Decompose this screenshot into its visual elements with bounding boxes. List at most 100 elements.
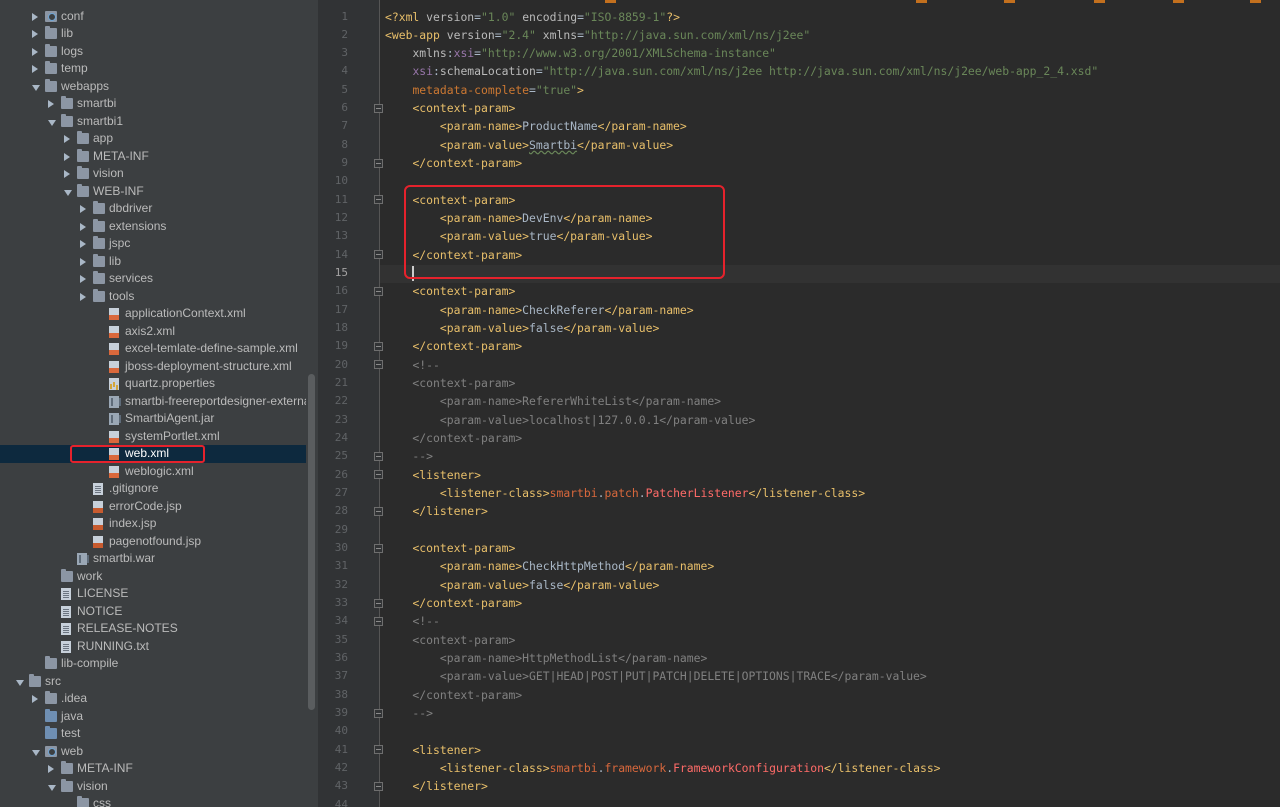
code-line[interactable]: <listener-class>smartbi.framework.Framew… — [385, 759, 941, 777]
code-line[interactable]: <context-param> — [385, 539, 515, 557]
code-line[interactable]: xsi:schemaLocation="http://java.sun.com/… — [385, 62, 1098, 80]
chevron-right-icon[interactable] — [32, 47, 38, 56]
code-line[interactable]: </listener> — [385, 502, 487, 520]
fold-toggle-icon[interactable] — [374, 103, 383, 113]
chevron-right-icon[interactable] — [80, 275, 86, 283]
tree-item[interactable]: index.jsp — [0, 515, 306, 533]
chevron-right-icon[interactable] — [80, 205, 86, 213]
fold-toggle-icon[interactable] — [374, 341, 383, 351]
chevron-right-icon[interactable] — [32, 30, 38, 38]
tree-item[interactable]: RELEASE-NOTES — [0, 620, 306, 638]
fold-toggle-icon[interactable] — [374, 286, 383, 296]
chevron-right-icon[interactable] — [32, 12, 38, 21]
chevron-right-icon[interactable] — [80, 292, 86, 301]
fold-toggle-icon[interactable] — [374, 470, 383, 480]
code-line[interactable]: </context-param> — [385, 686, 522, 704]
code-line[interactable]: <listener> — [385, 741, 481, 759]
code-line[interactable]: <param-name>HttpMethodList</param-name> — [385, 649, 707, 667]
chevron-right-icon[interactable] — [64, 135, 70, 143]
chevron-right-icon[interactable] — [64, 152, 70, 161]
tree-item[interactable]: excel-temlate-define-sample.xml — [0, 340, 306, 358]
tree-item[interactable]: pagenotfound.jsp — [0, 533, 306, 551]
tree-item[interactable]: smartbi — [0, 95, 306, 113]
chevron-right-icon[interactable] — [48, 765, 54, 773]
fold-toggle-icon[interactable] — [374, 195, 383, 205]
tree-item[interactable]: extensions — [0, 218, 306, 236]
tree-item[interactable]: systemPortlet.xml — [0, 428, 306, 446]
code-line[interactable]: <param-name>RefererWhiteList</param-name… — [385, 392, 721, 410]
tree-item[interactable]: vision — [0, 778, 306, 796]
tree-item[interactable]: temp — [0, 60, 306, 78]
tree-item[interactable]: weblogic.xml — [0, 463, 306, 481]
error-stripe-marker[interactable] — [916, 0, 927, 3]
tree-item[interactable]: logs — [0, 43, 306, 61]
chevron-down-icon[interactable] — [48, 119, 56, 126]
tree-item[interactable]: java — [0, 708, 306, 726]
tree-item[interactable]: lib — [0, 253, 306, 271]
code-line[interactable]: <listener-class>smartbi.patch.PatcherLis… — [385, 484, 865, 502]
project-tree-scrollbar-thumb[interactable] — [308, 374, 315, 710]
chevron-down-icon[interactable] — [32, 84, 40, 91]
tree-item[interactable]: webapps — [0, 78, 306, 96]
tree-item[interactable]: META-INF — [0, 760, 306, 778]
code-line[interactable]: </context-param> — [385, 594, 522, 612]
code-line[interactable]: <web-app version="2.4" xmlns="http://jav… — [385, 26, 810, 44]
tree-item[interactable]: META-INF — [0, 148, 306, 166]
fold-toggle-icon[interactable] — [374, 360, 383, 370]
tree-item[interactable]: NOTICE — [0, 603, 306, 621]
error-stripe-marker[interactable] — [1173, 0, 1184, 3]
tree-item[interactable]: smartbi1 — [0, 113, 306, 131]
fold-toggle-icon[interactable] — [374, 598, 383, 608]
code-line[interactable]: <context-param> — [385, 631, 515, 649]
chevron-right-icon[interactable] — [32, 695, 38, 703]
fold-toggle-icon[interactable] — [374, 708, 383, 718]
tree-item[interactable]: vision — [0, 165, 306, 183]
chevron-down-icon[interactable] — [48, 784, 56, 791]
chevron-right-icon[interactable] — [80, 257, 86, 266]
tree-item[interactable]: web — [0, 743, 306, 761]
tree-item[interactable]: RUNNING.txt — [0, 638, 306, 656]
code-line[interactable]: --> — [385, 704, 433, 722]
fold-toggle-icon[interactable] — [374, 745, 383, 755]
code-line[interactable]: <?xml version="1.0" encoding="ISO-8859-1… — [385, 8, 680, 26]
code-line[interactable]: <param-value>false</param-value> — [385, 576, 659, 594]
code-line[interactable]: <context-param> — [385, 374, 515, 392]
tree-item[interactable]: smartbi-freereportdesigner-external.jar — [0, 393, 318, 411]
tree-item[interactable]: axis2.xml — [0, 323, 306, 341]
tree-item[interactable]: SmartbiAgent.jar — [0, 410, 306, 428]
code-line[interactable]: <param-value>Smartbi</param-value> — [385, 136, 673, 154]
code-line[interactable]: metadata-complete="true"> — [385, 81, 583, 99]
code-line[interactable]: --> — [385, 447, 433, 465]
tree-item[interactable]: work — [0, 568, 306, 586]
tree-item[interactable]: css — [0, 795, 306, 807]
code-line[interactable]: <context-param> — [385, 282, 515, 300]
code-line[interactable]: </context-param> — [385, 154, 522, 172]
tree-item[interactable]: errorCode.jsp — [0, 498, 306, 516]
fold-toggle-icon[interactable] — [374, 616, 383, 626]
code-line[interactable]: <param-name>ProductName</param-name> — [385, 117, 687, 135]
tree-item[interactable]: quartz.properties — [0, 375, 306, 393]
code-line[interactable]: </context-param> — [385, 429, 522, 447]
chevron-right-icon[interactable] — [80, 222, 86, 231]
chevron-down-icon[interactable] — [32, 749, 40, 756]
fold-toggle-icon[interactable] — [374, 506, 383, 516]
chevron-right-icon[interactable] — [32, 65, 38, 73]
error-stripe-marker[interactable] — [1250, 0, 1261, 3]
tree-item[interactable]: services — [0, 270, 306, 288]
tree-item[interactable]: dbdriver — [0, 200, 306, 218]
tree-item[interactable]: .gitignore — [0, 480, 306, 498]
chevron-right-icon[interactable] — [80, 240, 86, 248]
tree-item[interactable]: test — [0, 725, 306, 743]
tree-item[interactable]: applicationContext.xml — [0, 305, 306, 323]
code-line[interactable]: <listener> — [385, 466, 481, 484]
tree-item[interactable]: jspc — [0, 235, 306, 253]
code-line[interactable]: <param-name>CheckHttpMethod</param-name> — [385, 557, 714, 575]
chevron-down-icon[interactable] — [16, 679, 24, 686]
chevron-right-icon[interactable] — [64, 170, 70, 178]
tree-item[interactable]: lib-compile — [0, 655, 306, 673]
fold-toggle-icon[interactable] — [374, 158, 383, 168]
tree-item[interactable]: LICENSE — [0, 585, 306, 603]
code-line[interactable]: <context-param> — [385, 99, 515, 117]
code-line[interactable]: <!-- — [385, 612, 439, 630]
fold-toggle-icon[interactable] — [374, 250, 383, 260]
